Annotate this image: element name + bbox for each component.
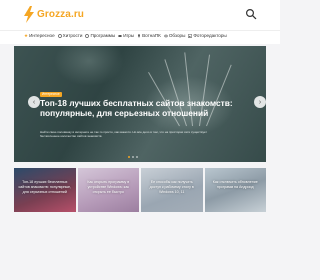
gear-icon bbox=[57, 33, 62, 38]
hero-description: Найти свою половинку в интернете не так-… bbox=[40, 130, 207, 138]
nav-item-label: Обзоры bbox=[168, 33, 186, 38]
nav-item-label: ВотнаПК bbox=[142, 33, 161, 38]
nav-item-label: Программы bbox=[90, 33, 116, 38]
lightning-bolt-icon bbox=[24, 5, 34, 23]
nav-item-votnapk[interactable]: ВотнаПК bbox=[137, 33, 161, 38]
nav-item-interesting[interactable]: ★ Интересное bbox=[24, 33, 55, 38]
nav-item-label: Игры bbox=[123, 33, 135, 38]
hero-category-badge[interactable]: Интересное bbox=[40, 92, 62, 97]
nav-item-label: Хитрости bbox=[62, 33, 83, 38]
article-card[interactable]: Ее способы как получить доступ к рабочем… bbox=[141, 168, 203, 212]
article-card[interactable]: Как отключить обновление программ на Анд… bbox=[204, 168, 266, 212]
search-icon[interactable] bbox=[245, 8, 257, 20]
chevron-left-icon: ‹ bbox=[32, 98, 36, 106]
gear-icon bbox=[85, 33, 90, 38]
article-card-title: Топ-18 лучших бесплатных сайтов знакомст… bbox=[18, 180, 72, 194]
nav-item-tricks[interactable]: Хитрости bbox=[57, 33, 83, 38]
article-card[interactable]: Топ-18 лучших бесплатных сайтов знакомст… bbox=[14, 168, 76, 212]
hero-title[interactable]: Топ-18 лучших бесплатных сайтов знакомст… bbox=[40, 98, 262, 118]
slider-dots bbox=[128, 156, 138, 158]
featured-cards: Топ-18 лучших бесплатных сайтов знакомст… bbox=[14, 168, 266, 212]
logo-text: Grozza.ru bbox=[37, 8, 85, 20]
slider-prev-button[interactable]: ‹ bbox=[28, 96, 40, 108]
nav-item-programs[interactable]: Программы bbox=[85, 33, 115, 38]
nav-item-games[interactable]: Игры bbox=[118, 33, 134, 38]
hero-background-glow bbox=[54, 46, 124, 86]
slider-dot[interactable] bbox=[132, 156, 134, 158]
article-card-title: Ее способы как получить доступ к рабочем… bbox=[149, 180, 194, 194]
main-nav: ★ Интересное Хитрости Программы Игры Вот… bbox=[0, 30, 280, 44]
star-icon: ★ bbox=[24, 32, 29, 38]
nav-item-photo-editors[interactable]: Фоторедакторы bbox=[188, 33, 227, 38]
location-icon bbox=[138, 33, 141, 38]
article-card-title: Как открыть программу в устройстве Windo… bbox=[87, 180, 130, 194]
gamepad-icon bbox=[118, 34, 122, 37]
site-header: Grozza.ru bbox=[0, 0, 280, 30]
nav-item-reviews[interactable]: Обзоры bbox=[163, 33, 186, 38]
eye-icon bbox=[163, 34, 168, 37]
article-card[interactable]: Как открыть программу в устройстве Windo… bbox=[77, 168, 139, 212]
nav-list: ★ Интересное Хитрости Программы Игры Вот… bbox=[24, 33, 227, 38]
slider-dot[interactable] bbox=[128, 156, 130, 158]
site-logo[interactable]: Grozza.ru bbox=[24, 5, 84, 23]
nav-item-label: Фоторедакторы bbox=[193, 33, 227, 38]
slider-dot[interactable] bbox=[136, 156, 138, 158]
image-icon bbox=[188, 33, 193, 38]
article-card-title: Как отключить обновление программ на Анд… bbox=[212, 180, 258, 189]
nav-item-label: Интересное bbox=[29, 33, 55, 38]
